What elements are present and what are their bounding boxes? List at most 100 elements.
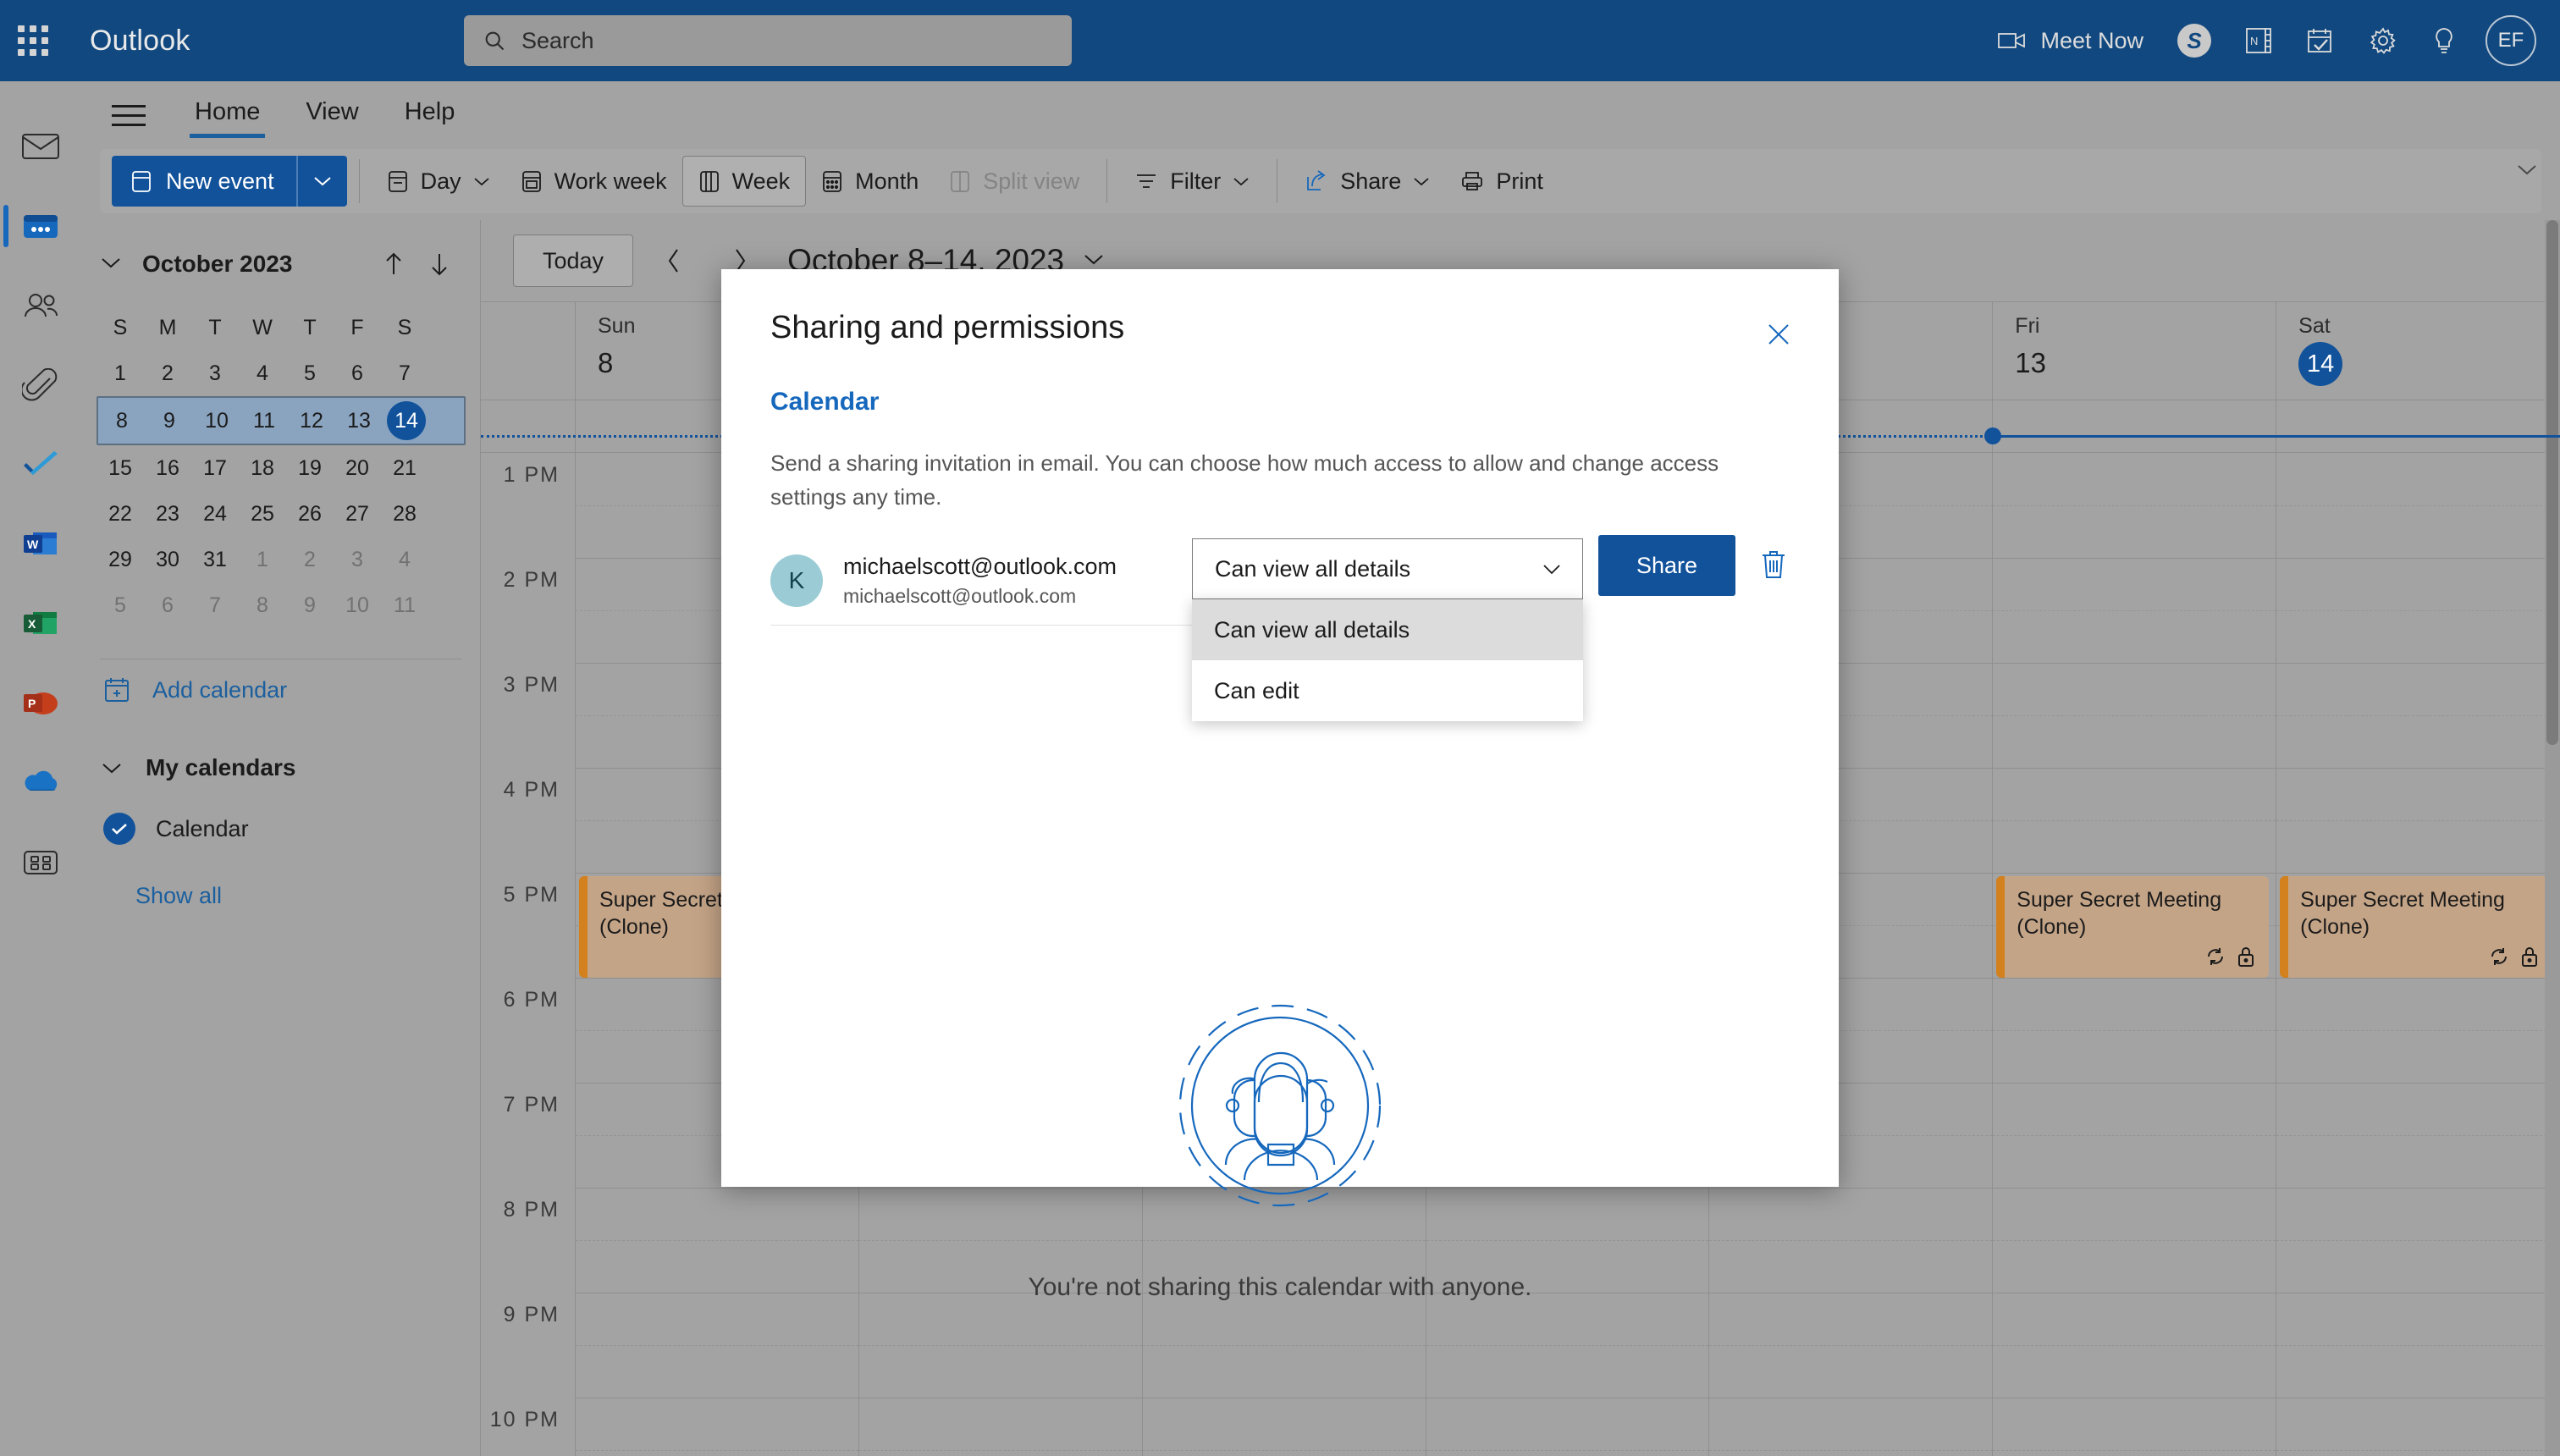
- mini-day[interactable]: 8: [98, 398, 146, 444]
- tab-view[interactable]: View: [301, 91, 363, 140]
- onenote-button[interactable]: N: [2228, 0, 2289, 81]
- rail-item-powerpoint[interactable]: P: [0, 664, 81, 743]
- mini-day[interactable]: 13: [335, 398, 383, 444]
- settings-button[interactable]: [2352, 0, 2414, 81]
- show-all-link[interactable]: Show all: [81, 883, 481, 909]
- mini-day[interactable]: 16: [144, 445, 191, 491]
- collapse-ribbon-button[interactable]: [2516, 163, 2538, 180]
- mini-day[interactable]: 10: [193, 398, 240, 444]
- mini-day[interactable]: 1: [97, 350, 144, 396]
- tips-button[interactable]: [2414, 0, 2474, 81]
- to-do-button[interactable]: [2289, 0, 2352, 81]
- new-event-dropdown-button[interactable]: [298, 156, 347, 207]
- mini-day[interactable]: 1: [239, 537, 286, 582]
- scrollbar-thumb[interactable]: [2546, 220, 2558, 745]
- permission-option-can-view-all-details[interactable]: Can view all details: [1192, 599, 1583, 660]
- mini-day[interactable]: 23: [144, 491, 191, 537]
- filter-button[interactable]: Filter: [1119, 156, 1265, 207]
- mini-day[interactable]: 24: [191, 491, 239, 537]
- mini-day[interactable]: 30: [144, 537, 191, 582]
- mini-day[interactable]: 22: [97, 491, 144, 537]
- mini-day[interactable]: 28: [381, 491, 428, 537]
- mini-day[interactable]: 11: [381, 582, 428, 628]
- mini-day[interactable]: 27: [334, 491, 381, 537]
- check-circle-icon[interactable]: [103, 813, 135, 845]
- mini-day[interactable]: 2: [286, 537, 334, 582]
- my-calendars-group[interactable]: My calendars: [81, 737, 481, 798]
- mini-calendar-next-button[interactable]: [417, 241, 462, 287]
- rail-item-onedrive[interactable]: [0, 743, 81, 823]
- day-column-fri[interactable]: Super Secret Meeting (Clone): [1993, 453, 2277, 1456]
- sidebar-item-calendar[interactable]: Calendar: [81, 798, 481, 859]
- tab-home[interactable]: Home: [190, 91, 266, 140]
- mini-day[interactable]: 4: [381, 537, 428, 582]
- calendar-event[interactable]: Super Secret Meeting (Clone): [1996, 876, 2270, 978]
- mini-day[interactable]: 26: [286, 491, 334, 537]
- permission-option-can-edit[interactable]: Can edit: [1192, 660, 1583, 721]
- day-header-sat[interactable]: Sat 14: [2276, 302, 2560, 400]
- mini-day[interactable]: 25: [239, 491, 286, 537]
- close-dialog-button[interactable]: [1756, 312, 1801, 357]
- mini-day[interactable]: 20: [334, 445, 381, 491]
- mini-day[interactable]: 17: [191, 445, 239, 491]
- date-range-dropdown-button[interactable]: [1083, 252, 1105, 270]
- hamburger-menu-icon[interactable]: [107, 91, 154, 139]
- rail-item-to-do[interactable]: [0, 425, 81, 505]
- rail-item-excel[interactable]: X: [0, 584, 81, 664]
- mini-day[interactable]: 6: [144, 582, 191, 628]
- mini-day[interactable]: 5: [286, 350, 334, 396]
- day-header-fri[interactable]: Fri 13: [1993, 302, 2277, 400]
- mini-day[interactable]: 9: [286, 582, 334, 628]
- view-day-button[interactable]: Day: [372, 156, 505, 207]
- mini-day[interactable]: 8: [239, 582, 286, 628]
- mini-day[interactable]: 15: [97, 445, 144, 491]
- today-button[interactable]: Today: [513, 234, 634, 287]
- mini-day[interactable]: 6: [334, 350, 381, 396]
- tab-help[interactable]: Help: [400, 91, 461, 140]
- all-day-cell[interactable]: [2276, 400, 2560, 452]
- mini-day[interactable]: 19: [286, 445, 334, 491]
- print-button[interactable]: Print: [1445, 156, 1559, 207]
- mini-day[interactable]: 11: [240, 398, 288, 444]
- share-button[interactable]: Share: [1289, 156, 1445, 207]
- mini-day[interactable]: 5: [97, 582, 144, 628]
- mini-day[interactable]: 29: [97, 537, 144, 582]
- rail-item-word[interactable]: W: [0, 505, 81, 584]
- remove-recipient-button[interactable]: [1749, 537, 1798, 593]
- avatar[interactable]: EF: [2486, 15, 2536, 66]
- mini-day[interactable]: 7: [381, 350, 428, 396]
- mini-day[interactable]: 10: [334, 582, 381, 628]
- mini-day[interactable]: 12: [288, 398, 335, 444]
- mini-calendar-collapse-icon[interactable]: [100, 256, 122, 273]
- mini-day[interactable]: 9: [146, 398, 193, 444]
- rail-item-all-apps[interactable]: [0, 823, 81, 902]
- app-launcher-icon[interactable]: [0, 25, 66, 56]
- skype-button[interactable]: S: [2160, 0, 2228, 81]
- rail-item-mail[interactable]: [0, 107, 81, 186]
- permission-select[interactable]: Can view all details: [1192, 538, 1583, 599]
- rail-item-people[interactable]: [0, 266, 81, 345]
- mini-day[interactable]: 31: [191, 537, 239, 582]
- app-brand-title[interactable]: Outlook: [90, 25, 190, 58]
- mini-day[interactable]: 4: [239, 350, 286, 396]
- day-column-sat[interactable]: Super Secret Meeting (Clone): [2276, 453, 2560, 1456]
- mini-day-today[interactable]: 14: [387, 401, 426, 440]
- mini-day[interactable]: 3: [334, 537, 381, 582]
- view-week-button[interactable]: Week: [681, 156, 807, 207]
- mini-day[interactable]: 21: [381, 445, 428, 491]
- split-view-button[interactable]: Split view: [934, 156, 1095, 207]
- search-input[interactable]: Search: [464, 15, 1072, 66]
- vertical-scrollbar[interactable]: [2545, 220, 2560, 1456]
- new-event-button[interactable]: New event: [112, 156, 347, 207]
- mini-calendar-prev-button[interactable]: [371, 241, 417, 287]
- mini-day[interactable]: 18: [239, 445, 286, 491]
- view-month-button[interactable]: Month: [806, 156, 934, 207]
- previous-week-button[interactable]: [648, 235, 699, 286]
- mini-day[interactable]: 7: [191, 582, 239, 628]
- calendar-event[interactable]: Super Secret Meeting (Clone): [2280, 876, 2553, 978]
- rail-item-calendar[interactable]: [0, 186, 81, 266]
- all-day-cell[interactable]: [1993, 400, 2277, 452]
- meet-now-button[interactable]: Meet Now: [1981, 0, 2160, 81]
- mini-day[interactable]: 3: [191, 350, 239, 396]
- mini-day[interactable]: 2: [144, 350, 191, 396]
